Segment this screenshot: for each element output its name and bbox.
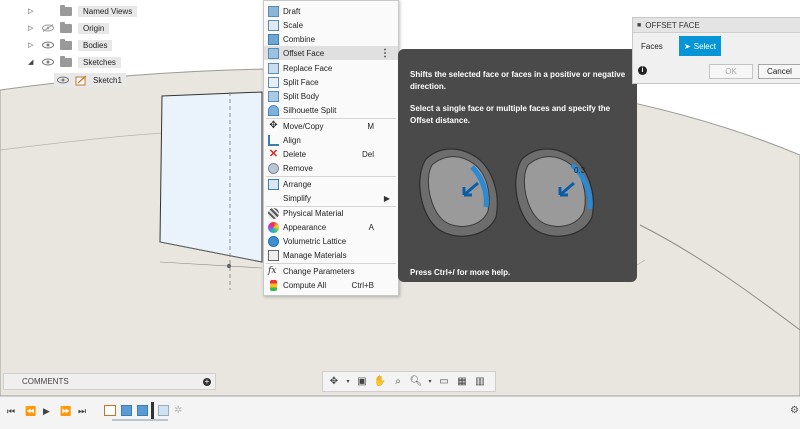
ok-button[interactable]: OK xyxy=(709,64,753,79)
command-tooltip: Shifts the selected face or faces in a p… xyxy=(398,49,637,282)
dropdown-arrow-icon[interactable]: ▾ xyxy=(427,376,433,388)
comments-panel[interactable]: COMMENTS + xyxy=(3,373,216,390)
go-to-end-icon[interactable]: ⏭ xyxy=(78,406,86,417)
navigation-toolbar: ✥ ▾ ▣ ✋ ⌕ 🔍︎ ▾ ▭ ▦ ▥ xyxy=(322,371,496,392)
folder-icon xyxy=(60,4,72,16)
dialog-header[interactable]: ■ OFFSET FACE xyxy=(633,18,800,33)
visibility-icon[interactable] xyxy=(42,41,54,49)
sketch-icon xyxy=(75,75,87,85)
offset-face-dialog: ■ OFFSET FACE Faces ➤ Select i OK Cancel xyxy=(632,17,800,84)
tree-item-sketches[interactable]: ◢ Sketches xyxy=(28,55,121,69)
zoom-window-icon[interactable]: ⌕ xyxy=(391,376,405,388)
collapse-icon[interactable]: ■ xyxy=(637,22,641,29)
grid-icon[interactable]: ▦ xyxy=(455,376,469,388)
timeline-feature-icon[interactable]: ✲ xyxy=(174,405,182,416)
expand-arrow-icon[interactable]: ▷ xyxy=(28,41,36,49)
more-options-icon[interactable]: ⋮ xyxy=(380,48,390,59)
timeline-extrude-icon[interactable] xyxy=(121,405,132,416)
folder-icon xyxy=(60,38,72,50)
menu-item-change-parameters[interactable]: fx Change Parameters xyxy=(264,264,398,278)
gear-icon[interactable]: ⚙ xyxy=(790,405,799,416)
menu-item-split-body[interactable]: Split Body xyxy=(264,89,398,103)
menu-item-scale[interactable]: Scale xyxy=(264,18,398,32)
cursor-icon: ➤ xyxy=(684,41,691,51)
dropdown-arrow-icon[interactable]: ▾ xyxy=(345,376,351,388)
menu-item-compute-all[interactable]: Compute All Ctrl+B xyxy=(264,278,398,292)
folder-icon xyxy=(60,55,72,67)
add-comment-icon[interactable]: + xyxy=(203,377,211,386)
orbit-icon[interactable]: ✥ xyxy=(327,376,341,388)
draft-icon xyxy=(268,5,279,17)
menu-item-align[interactable]: Align xyxy=(264,133,398,147)
menu-item-combine[interactable]: Combine xyxy=(264,32,398,46)
timeline-sketch-icon[interactable] xyxy=(104,405,116,416)
menu-item-arrange[interactable]: Arrange xyxy=(264,177,398,191)
timeline-extrude-icon[interactable] xyxy=(137,405,148,416)
display-settings-icon[interactable]: ▭ xyxy=(437,376,451,388)
silhouette-split-icon xyxy=(268,104,279,116)
dimension-label: 0.3 xyxy=(574,166,586,175)
look-at-icon[interactable]: ▣ xyxy=(355,376,369,388)
zoom-icon[interactable]: 🔍︎ xyxy=(409,376,423,388)
faces-label: Faces xyxy=(641,42,663,51)
split-body-icon xyxy=(268,90,279,102)
manage-materials-icon xyxy=(268,249,279,261)
split-face-icon xyxy=(268,76,279,88)
offset-face-illustration: 0.3 xyxy=(419,148,594,237)
replace-face-icon xyxy=(268,62,279,74)
appearance-icon xyxy=(268,221,279,233)
context-menu: Draft Scale Combine Offset Face ⋮ Replac… xyxy=(263,0,399,296)
visibility-icon[interactable] xyxy=(42,58,54,66)
menu-item-replace-face[interactable]: Replace Face xyxy=(264,61,398,75)
step-back-icon[interactable]: ⏪ xyxy=(25,406,36,417)
scale-icon xyxy=(268,19,279,31)
arrange-icon xyxy=(268,178,279,190)
menu-item-simplify[interactable]: Simplify ▶ xyxy=(264,191,398,205)
tree-item-bodies[interactable]: ▷ Bodies xyxy=(28,38,113,52)
physical-material-icon xyxy=(268,207,279,219)
collapse-arrow-icon[interactable]: ◢ xyxy=(28,58,36,66)
timeline-bar: ⏮ ⏪ ▶ ⏩ ⏭ ✲ ⚙ xyxy=(0,396,800,429)
menu-item-delete[interactable]: ✕ Delete Del xyxy=(264,147,398,161)
expand-arrow-icon[interactable]: ▷ xyxy=(28,7,36,15)
play-icon[interactable]: ▶ xyxy=(43,406,50,417)
expand-arrow-icon[interactable]: ▷ xyxy=(28,24,36,32)
menu-item-silhouette-split[interactable]: Silhouette Split xyxy=(264,103,398,117)
timeline-feature-icon[interactable] xyxy=(158,405,169,416)
function-icon: fx xyxy=(268,265,277,276)
viewports-icon[interactable]: ▥ xyxy=(473,376,487,388)
tree-item-sketch1[interactable]: Sketch1 xyxy=(54,73,126,87)
menu-item-manage-materials[interactable]: Manage Materials xyxy=(264,248,398,262)
go-to-start-icon[interactable]: ⏮ xyxy=(7,406,15,417)
pan-icon[interactable]: ✋ xyxy=(373,376,387,388)
menu-item-appearance[interactable]: Appearance A xyxy=(264,220,398,234)
select-faces-button[interactable]: ➤ Select xyxy=(679,36,721,56)
menu-item-split-face[interactable]: Split Face xyxy=(264,75,398,89)
dialog-title: OFFSET FACE xyxy=(645,20,700,30)
menu-item-move-copy[interactable]: ✥ Move/Copy M xyxy=(264,119,398,133)
submenu-arrow-icon: ▶ xyxy=(383,193,390,203)
visibility-icon[interactable] xyxy=(57,76,69,84)
folder-icon xyxy=(60,21,72,33)
lattice-icon xyxy=(268,235,279,247)
menu-item-volumetric-lattice[interactable]: Volumetric Lattice xyxy=(264,234,398,248)
step-forward-icon[interactable]: ⏩ xyxy=(60,406,71,417)
tree-item-named-views[interactable]: ▷ Named Views xyxy=(28,4,138,18)
move-icon: ✥ xyxy=(269,119,278,131)
remove-icon xyxy=(268,162,279,174)
tree-item-origin[interactable]: ▷ Origin xyxy=(28,21,110,35)
menu-item-remove[interactable]: Remove xyxy=(264,161,398,175)
cancel-button[interactable]: Cancel xyxy=(758,64,800,79)
visibility-hidden-icon[interactable] xyxy=(42,24,54,32)
offset-face-icon xyxy=(268,47,279,59)
compute-icon xyxy=(270,279,277,291)
info-icon[interactable]: i xyxy=(638,66,647,75)
combine-icon xyxy=(268,33,279,45)
menu-item-physical-material[interactable]: Physical Material xyxy=(264,206,398,220)
timeline-marker[interactable] xyxy=(151,402,154,419)
align-icon xyxy=(268,134,279,146)
menu-item-offset-face[interactable]: Offset Face ⋮ xyxy=(264,46,398,60)
delete-icon: ✕ xyxy=(268,147,279,160)
menu-item-draft[interactable]: Draft xyxy=(264,4,398,18)
